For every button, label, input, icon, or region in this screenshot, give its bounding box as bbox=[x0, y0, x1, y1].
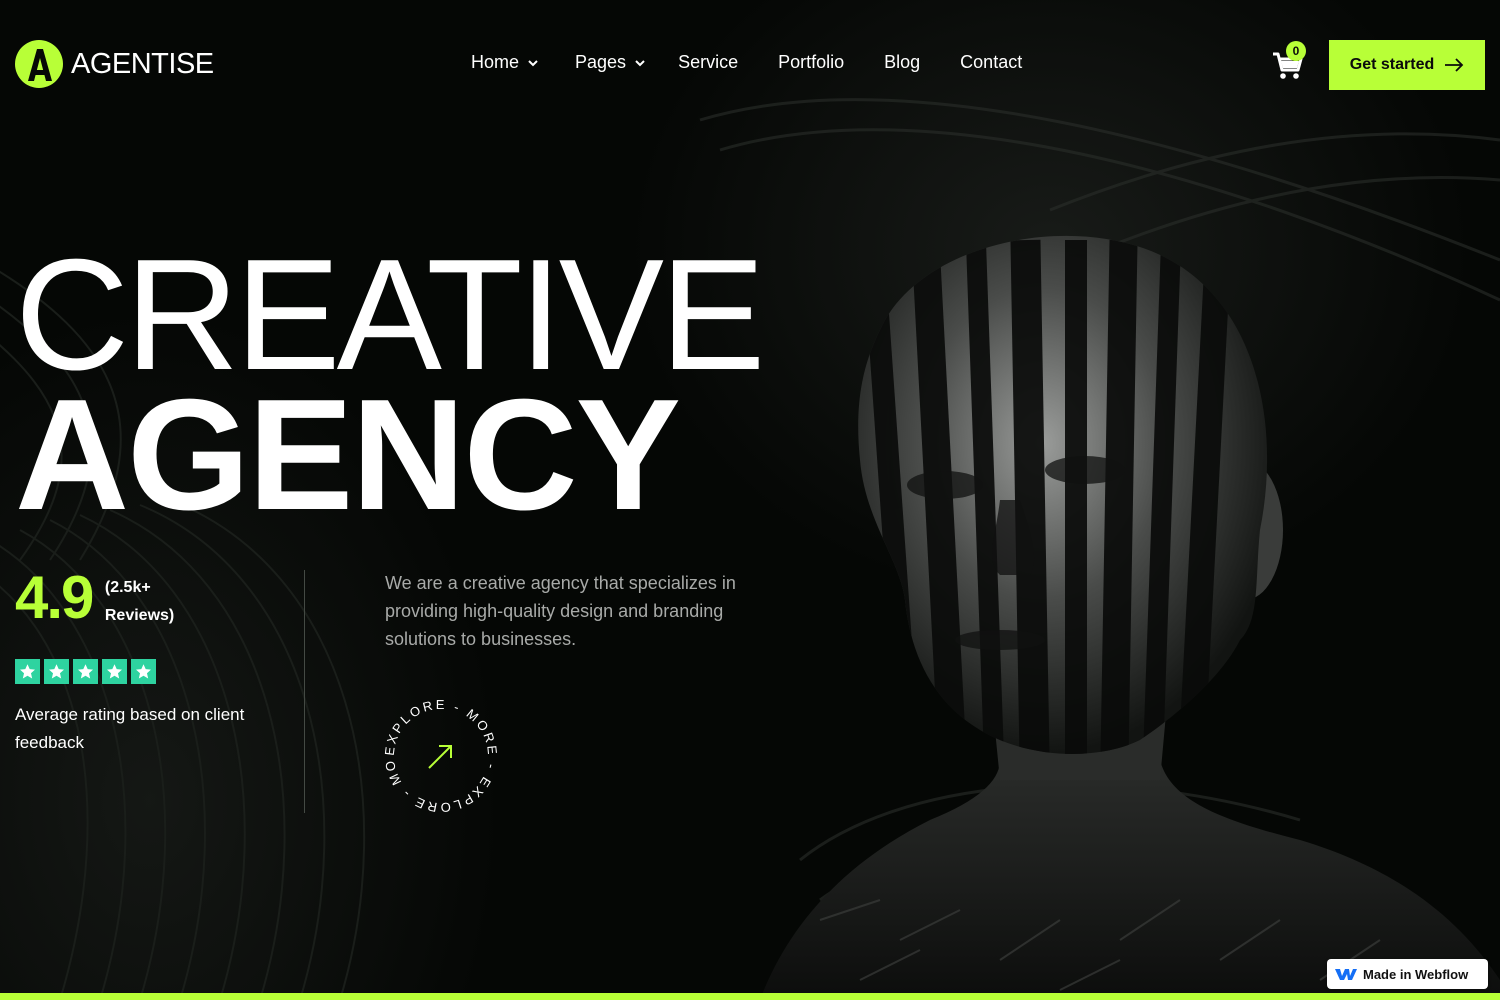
get-started-button[interactable]: Get started bbox=[1329, 40, 1485, 90]
nav-item-service[interactable]: Service bbox=[678, 52, 738, 73]
nav-item-home-label: Home bbox=[471, 52, 520, 72]
webflow-icon bbox=[1335, 969, 1357, 980]
logo-text: AGENTISE bbox=[71, 47, 214, 80]
chevron-down-icon bbox=[635, 59, 645, 66]
star-icon bbox=[131, 659, 156, 684]
nav-item-pages[interactable]: Pages bbox=[575, 52, 646, 73]
nav-item-blog-label: Blog bbox=[884, 52, 921, 72]
explore-more-button[interactable]: EXPLORE - MORE - EXPLORE - MORE - bbox=[380, 695, 502, 817]
star-icon bbox=[102, 659, 127, 684]
chevron-down-icon bbox=[528, 59, 538, 66]
rating-count: (2.5k+ Reviews) bbox=[104, 579, 175, 624]
nav-item-contact[interactable]: Contact bbox=[960, 52, 1022, 73]
star-icon bbox=[73, 659, 98, 684]
nav-item-portfolio-label: Portfolio bbox=[778, 52, 845, 72]
rating-stars bbox=[15, 659, 156, 684]
explore-ring-text: EXPLORE - MORE - EXPLORE - MORE - bbox=[380, 695, 500, 815]
webflow-badge-label: Made in Webflow bbox=[1363, 966, 1469, 982]
vertical-divider bbox=[304, 570, 305, 813]
made-in-webflow-badge[interactable]: Made in Webflow bbox=[1327, 959, 1488, 989]
rating-description: Average rating based on client feedback bbox=[15, 705, 245, 752]
logo-mark-icon bbox=[15, 40, 63, 88]
hero-title-line2: AGENCY bbox=[15, 367, 681, 543]
star-icon bbox=[15, 659, 40, 684]
main-nav: Home Pages Service Portfolio Blog Contac… bbox=[471, 52, 1022, 73]
nav-item-portfolio[interactable]: Portfolio bbox=[778, 52, 844, 73]
rating-value: 4.9 bbox=[15, 564, 94, 631]
hero-figure-image bbox=[760, 235, 1500, 1000]
nav-item-pages-label: Pages bbox=[575, 52, 627, 72]
intro-text: We are a creative agency that specialize… bbox=[385, 573, 736, 649]
nav-item-home[interactable]: Home bbox=[471, 52, 539, 73]
nav-item-blog[interactable]: Blog bbox=[884, 52, 920, 73]
hero-title: CREATIVE AGENCY bbox=[15, 236, 765, 543]
star-icon bbox=[44, 659, 69, 684]
cart-count-badge: 0 bbox=[1286, 41, 1306, 61]
arrow-right-icon bbox=[1445, 58, 1464, 72]
logo[interactable]: AGENTISE bbox=[15, 40, 214, 88]
bottom-accent-bar bbox=[0, 993, 1500, 1000]
nav-item-service-label: Service bbox=[678, 52, 739, 72]
site-header: AGENTISE Home Pages Service Portfolio Bl… bbox=[0, 0, 1500, 130]
get-started-label: Get started bbox=[1349, 56, 1435, 73]
rating-summary: 4.9 (2.5k+ Reviews) bbox=[15, 566, 185, 630]
nav-item-contact-label: Contact bbox=[960, 52, 1023, 72]
arrow-up-right-icon bbox=[428, 745, 452, 769]
